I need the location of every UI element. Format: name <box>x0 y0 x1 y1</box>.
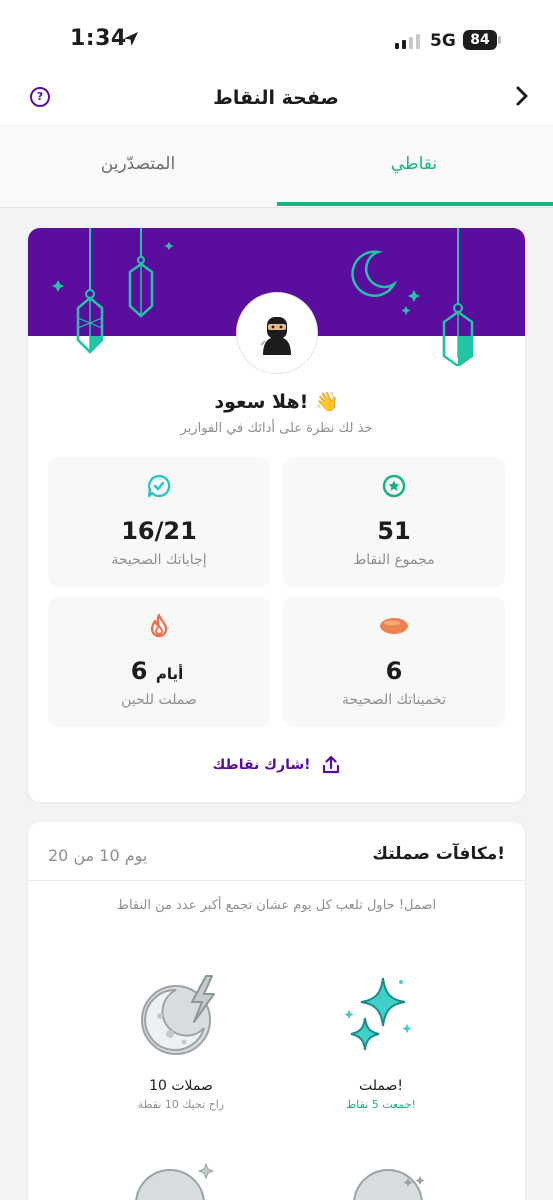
signal-icon <box>395 34 420 49</box>
moon-lightning-icon <box>141 975 215 1055</box>
star-badge-icon <box>382 474 406 498</box>
stat-value-unit: أيام <box>155 665 184 683</box>
tab-my-points[interactable]: نقاطي <box>314 154 514 174</box>
rewards-day-progress: يوم 10 من 20 <box>48 846 148 865</box>
stat-value: 16/21 <box>121 517 197 545</box>
flame-icon <box>150 613 168 638</box>
stat-total-points: 51 مجموع النقاط <box>283 457 505 587</box>
stat-label: صملت للحين <box>121 692 197 708</box>
moon-sparkle-icon <box>135 1162 215 1200</box>
share-button[interactable]: شارك نقاطك! <box>28 755 525 775</box>
greeting-subtitle: خذ لك نظرة على أدائك في الفوازير <box>180 421 373 436</box>
chevron-right-icon[interactable] <box>510 84 534 108</box>
reward-subtitle: راح تجيك 10 نقطة <box>137 1098 225 1111</box>
stat-label: إجاباتك الصحيحة <box>111 552 207 568</box>
divider <box>28 880 525 881</box>
reward-name: 10 صملات <box>149 1078 213 1094</box>
page-title: صفحة النقاط <box>213 87 339 109</box>
stat-value: 6 <box>385 657 403 685</box>
nav-header: ? صفحة النقاط <box>0 78 553 124</box>
battery-icon: 84 <box>463 30 497 50</box>
battery-tip <box>498 36 501 44</box>
ninja-avatar-icon <box>260 317 291 355</box>
rewards-title: مكافآت صملتك! <box>372 844 505 864</box>
chat-check-icon <box>147 474 171 498</box>
tab-leaderboard[interactable]: المتصدّرين <box>38 154 238 174</box>
reward-item[interactable]: 10 صملات راح تجيك 10 نقطة <box>81 962 281 1111</box>
stat-correct-guesses: 6 تخميناتك الصحيحة <box>283 597 505 727</box>
stat-correct-answers: 16/21 إجاباتك الصحيحة <box>48 457 270 587</box>
rewards-hint: اصمل! حاول تلعب كل يوم عشان تجمع أكبر عد… <box>116 898 437 913</box>
tab-bar: المتصدّرين نقاطي <box>0 124 553 208</box>
location-arrow-icon <box>124 32 138 46</box>
greeting: هلا سعود! 👋 <box>214 391 339 413</box>
reward-item[interactable]: صملت! جمعت 5 نقاط! <box>281 962 481 1111</box>
reward-subtitle: جمعت 5 نقاط! <box>346 1098 416 1111</box>
active-tab-indicator <box>277 202 553 206</box>
stat-value-number: 6 <box>130 657 148 685</box>
status-bar: 1:34 5G 84 <box>0 0 553 78</box>
stat-value: 6 أيام <box>48 657 270 685</box>
stat-label: تخميناتك الصحيحة <box>342 692 446 708</box>
help-icon[interactable]: ? <box>30 87 50 107</box>
stat-label: مجموع النقاط <box>353 552 435 568</box>
stat-streak: 6 أيام صملت للحين <box>48 597 270 727</box>
date-icon <box>380 618 408 634</box>
network-type: 5G <box>430 31 456 51</box>
share-icon <box>322 755 339 774</box>
reward-name: صملت! <box>359 1078 403 1094</box>
streak-rewards-card: مكافآت صملتك! يوم 10 من 20 اصمل! حاول تل… <box>28 822 525 1200</box>
stat-value: 51 <box>377 517 411 545</box>
sparkles-icon <box>344 977 412 1051</box>
moon-stars-icon <box>353 1169 425 1200</box>
status-time: 1:34 <box>70 26 127 51</box>
share-label: شارك نقاطك! <box>212 757 311 773</box>
points-card: هلا سعود! 👋 خذ لك نظرة على أدائك في الفو… <box>28 228 525 802</box>
avatar <box>236 292 318 374</box>
